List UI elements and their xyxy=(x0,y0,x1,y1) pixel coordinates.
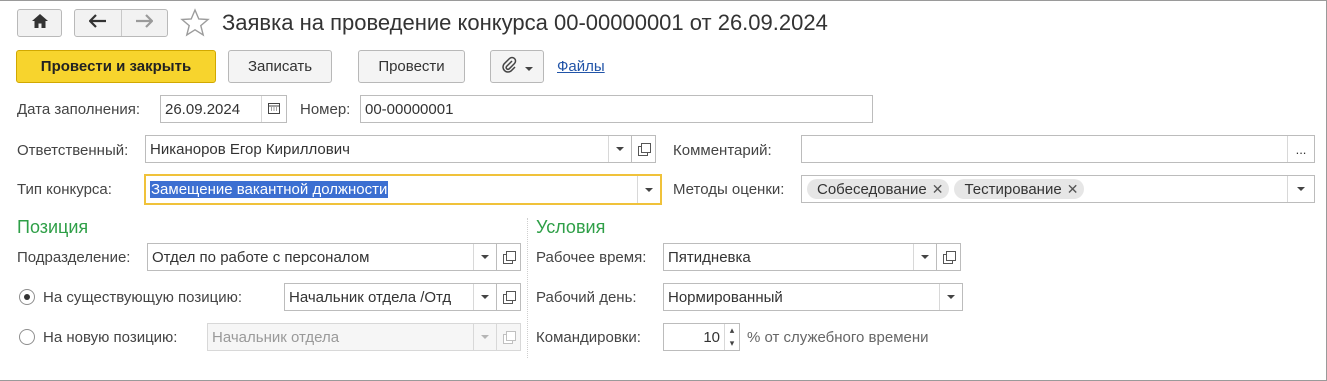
department-dropdown-button[interactable] xyxy=(473,244,496,270)
chevron-down-icon xyxy=(481,295,489,299)
open-form-icon xyxy=(502,291,516,304)
existing-position-value: Начальник отдела /Отд xyxy=(289,288,452,306)
responsible-value: Никаноров Егор Кириллович xyxy=(150,140,350,158)
work-time-dropdown-button[interactable] xyxy=(913,244,936,270)
method-tag-label: Собеседование xyxy=(817,180,927,198)
new-position-field: Начальник отдела xyxy=(207,323,497,351)
date-field[interactable]: 26.09.2024 xyxy=(160,95,287,123)
chevron-down-icon xyxy=(921,255,929,259)
open-form-icon xyxy=(502,251,516,264)
post-button[interactable]: Провести xyxy=(358,50,465,83)
section-divider xyxy=(527,218,528,358)
responsible-open-button[interactable] xyxy=(632,135,656,163)
position-heading: Позиция xyxy=(17,217,89,237)
department-label: Подразделение: xyxy=(17,249,131,266)
chevron-down-icon xyxy=(645,187,653,192)
chevron-down-icon xyxy=(616,147,624,151)
contest-type-label: Тип конкурса: xyxy=(17,181,112,198)
calendar-icon xyxy=(268,101,280,118)
work-time-label: Рабочее время: xyxy=(536,249,647,266)
date-label: Дата заполнения: xyxy=(17,101,141,118)
window-frame-top xyxy=(0,0,1327,1)
work-time-value: Пятидневка xyxy=(668,248,751,266)
work-time-open-button[interactable] xyxy=(937,243,961,271)
trips-suffix: % от служебного времени xyxy=(747,329,929,346)
responsible-label: Ответственный: xyxy=(17,142,129,159)
history-nav xyxy=(74,9,168,37)
work-time-field[interactable]: Пятидневка xyxy=(663,243,937,271)
method-tag[interactable]: Собеседование ✕ xyxy=(807,179,950,199)
attach-menu-button[interactable] xyxy=(490,50,544,83)
number-value: 00-00000001 xyxy=(365,100,454,118)
method-tag-label: Тестирование xyxy=(964,180,1062,198)
work-day-value: Нормированный xyxy=(668,288,783,306)
trips-value: 10 xyxy=(703,328,720,346)
new-position-label[interactable]: На новую позицию: xyxy=(43,329,177,346)
conditions-heading: Условия xyxy=(536,217,606,237)
existing-position-label[interactable]: На существующую позицию: xyxy=(43,289,242,306)
work-day-label: Рабочий день: xyxy=(536,289,637,306)
method-tag[interactable]: Тестирование ✕ xyxy=(954,179,1085,199)
number-field[interactable]: 00-00000001 xyxy=(360,95,873,123)
chevron-down-icon xyxy=(525,58,533,75)
arrow-right-icon xyxy=(135,14,154,32)
date-value: 26.09.2024 xyxy=(165,100,241,118)
remove-tag-icon[interactable]: ✕ xyxy=(932,181,944,198)
remove-tag-icon[interactable]: ✕ xyxy=(1067,181,1079,198)
comment-more-button[interactable]: ... xyxy=(1287,136,1314,162)
chevron-down-icon xyxy=(1297,187,1305,191)
save-button[interactable]: Записать xyxy=(228,50,332,83)
existing-position-radio[interactable] xyxy=(19,289,35,305)
back-button[interactable] xyxy=(75,10,122,36)
chevron-down-icon xyxy=(947,295,955,299)
work-day-field[interactable]: Нормированный xyxy=(663,283,963,311)
arrow-left-icon xyxy=(88,14,107,32)
responsible-field[interactable]: Никаноров Егор Кириллович xyxy=(145,135,632,163)
department-value: Отдел по работе с персоналом xyxy=(152,248,370,266)
contest-type-field[interactable]: Замещение вакантной должности xyxy=(144,174,662,205)
home-icon xyxy=(31,13,49,33)
stepper-down-icon[interactable]: ▾ xyxy=(725,337,739,350)
existing-position-field[interactable]: Начальник отдела /Отд xyxy=(284,283,497,311)
contest-type-dropdown-button[interactable] xyxy=(637,176,660,203)
trips-label: Командировки: xyxy=(536,329,641,346)
methods-field[interactable]: Собеседование ✕ Тестирование ✕ xyxy=(801,175,1315,203)
methods-label: Методы оценки: xyxy=(673,181,785,198)
department-field[interactable]: Отдел по работе с персоналом xyxy=(147,243,497,271)
trips-stepper[interactable]: ▴ ▾ xyxy=(724,324,739,350)
open-form-icon xyxy=(942,251,956,264)
new-position-open-button xyxy=(497,323,521,351)
files-link[interactable]: Файлы xyxy=(557,58,605,75)
number-label: Номер: xyxy=(300,101,351,118)
new-position-dropdown-button xyxy=(473,324,496,350)
forward-button[interactable] xyxy=(122,10,168,36)
existing-position-open-button[interactable] xyxy=(497,283,521,311)
chevron-down-icon xyxy=(481,255,489,259)
open-form-icon xyxy=(502,331,516,344)
page-title: Заявка на проведение конкурса 00-0000000… xyxy=(222,10,828,35)
new-position-value: Начальник отдела xyxy=(212,328,340,346)
work-day-dropdown-button[interactable] xyxy=(939,284,962,310)
existing-position-dropdown-button[interactable] xyxy=(473,284,496,310)
calendar-button[interactable] xyxy=(261,96,286,122)
home-button[interactable] xyxy=(17,9,62,37)
post-and-close-button[interactable]: Провести и закрыть xyxy=(16,50,216,83)
open-form-icon xyxy=(637,143,651,156)
responsible-dropdown-button[interactable] xyxy=(608,136,631,162)
comment-field[interactable]: ... xyxy=(801,135,1315,163)
trips-field[interactable]: 10 ▴ ▾ xyxy=(663,323,740,351)
contest-type-value: Замещение вакантной должности xyxy=(150,181,389,198)
stepper-up-icon[interactable]: ▴ xyxy=(725,324,739,337)
department-open-button[interactable] xyxy=(497,243,521,271)
new-position-radio[interactable] xyxy=(19,329,35,345)
chevron-down-icon xyxy=(481,335,489,339)
comment-label: Комментарий: xyxy=(673,142,772,159)
methods-dropdown-button[interactable] xyxy=(1287,176,1314,202)
star-icon[interactable] xyxy=(180,8,210,42)
paperclip-icon xyxy=(501,56,517,78)
